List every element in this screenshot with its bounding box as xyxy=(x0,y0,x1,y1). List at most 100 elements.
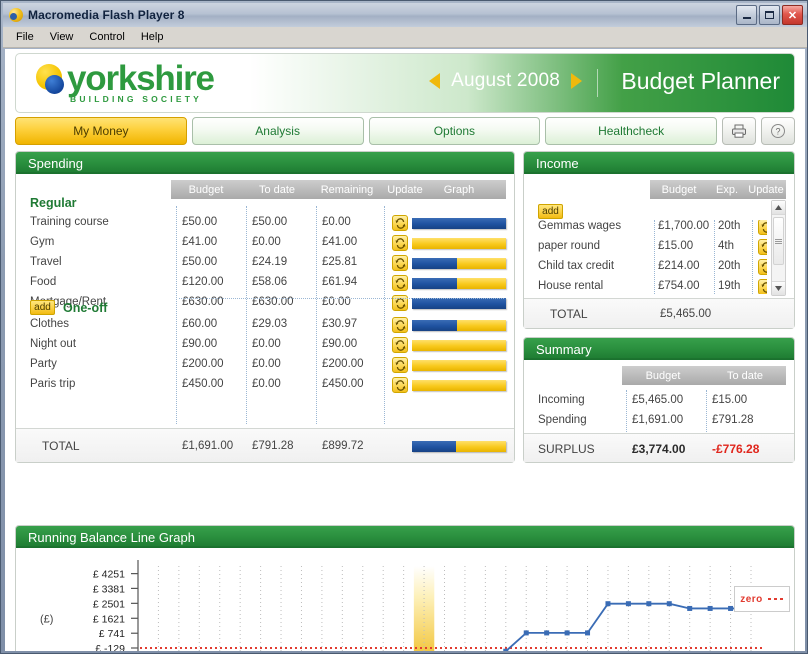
data-point xyxy=(666,601,672,607)
update-row-button[interactable] xyxy=(392,235,408,251)
scroll-up-button[interactable] xyxy=(772,201,785,215)
surplus-to-date: -£776.28 xyxy=(712,442,760,456)
progress-bar xyxy=(412,340,506,351)
summary-row-spending-to-date: £791.28 xyxy=(712,414,754,426)
income-row-budget: £1,700.00 xyxy=(658,220,710,232)
tab-analysis[interactable]: Analysis xyxy=(191,117,364,145)
spending-section-regular-title: Regular xyxy=(30,196,77,210)
tab-healthcheck[interactable]: Healthcheck xyxy=(545,117,717,145)
print-button[interactable] xyxy=(722,117,756,145)
income-update-button[interactable] xyxy=(758,279,767,294)
row-graph-bar xyxy=(412,360,506,371)
income-update-button[interactable] xyxy=(758,220,767,235)
y-tick-label: £ -129 xyxy=(95,643,125,651)
update-row-button[interactable] xyxy=(392,357,408,373)
refresh-icon xyxy=(761,261,767,273)
update-row-button[interactable] xyxy=(392,215,408,231)
add-oneoff-button[interactable]: add xyxy=(30,300,55,315)
row-label: Training course xyxy=(30,216,109,228)
summary-panel: Summary Budget To date Incoming £5,465.0… xyxy=(523,337,795,463)
update-row-button[interactable] xyxy=(392,337,408,353)
y-tick-label: £ 2501 xyxy=(93,598,125,610)
row-budget: £60.00 xyxy=(182,318,218,330)
add-income-button[interactable]: add xyxy=(538,204,563,219)
income-scrollbar[interactable] xyxy=(771,200,786,296)
menu-file[interactable]: File xyxy=(8,29,42,45)
close-button[interactable]: ✕ xyxy=(782,5,803,25)
col-to-date: To date xyxy=(258,183,296,196)
progress-bar xyxy=(412,298,506,309)
minimize-button[interactable] xyxy=(736,5,757,25)
row-remaining: £90.00 xyxy=(322,338,358,350)
graph-panel-header: Running Balance Line Graph xyxy=(16,526,794,548)
window-controls: ✕ xyxy=(736,5,803,25)
maximize-button[interactable] xyxy=(759,5,780,25)
tab-my-money[interactable]: My Money xyxy=(15,117,187,145)
logo-wordmark: yorkshire xyxy=(67,59,215,98)
page-title: Budget Planner xyxy=(621,68,780,94)
scroll-down-button[interactable] xyxy=(772,281,785,295)
spending-total-bar xyxy=(412,441,506,452)
menu-help[interactable]: Help xyxy=(133,29,172,45)
refresh-icon xyxy=(395,217,405,229)
legend-zero-line-icon xyxy=(767,598,784,600)
help-button[interactable]: ? xyxy=(761,117,795,145)
spending-section-oneoff-title: One-off xyxy=(63,300,108,315)
income-row-budget: £214.00 xyxy=(658,260,700,272)
row-to-date: £0.00 xyxy=(252,236,281,248)
data-point xyxy=(646,601,652,607)
tab-options[interactable]: Options xyxy=(368,117,541,145)
refresh-icon xyxy=(395,257,405,269)
row-graph-bar xyxy=(412,258,506,269)
spending-column-headers: Budget To date Remaining Update Graph xyxy=(171,180,506,199)
data-point xyxy=(585,630,591,636)
next-month-arrow-icon[interactable] xyxy=(571,73,582,89)
update-row-button[interactable] xyxy=(392,377,408,393)
row-label: Paris trip xyxy=(30,378,76,390)
chart-legend: zero xyxy=(734,586,790,612)
refresh-icon xyxy=(761,221,767,233)
update-row-button[interactable] xyxy=(392,317,408,333)
row-to-date: £58.06 xyxy=(252,276,288,288)
data-point xyxy=(564,630,570,636)
income-update-button[interactable] xyxy=(758,259,767,275)
row-label: Night out xyxy=(30,338,77,350)
income-total-label: TOTAL xyxy=(550,307,588,321)
surplus-label: SURPLUS xyxy=(538,442,595,456)
refresh-icon xyxy=(761,241,767,253)
refresh-icon xyxy=(395,237,405,249)
title-bar: Macromedia Flash Player 8 ✕ xyxy=(3,3,807,27)
update-row-button[interactable] xyxy=(392,255,408,271)
row-graph-bar xyxy=(412,320,506,331)
menu-bar: File View Control Help xyxy=(3,27,807,48)
summary-panel-header: Summary xyxy=(524,338,794,360)
help-icon: ? xyxy=(771,124,785,138)
spending-total-row: TOTAL £1,691.00 £791.28 £899.72 xyxy=(16,428,514,462)
current-month-label: August 2008 xyxy=(451,70,560,91)
row-graph-bar xyxy=(412,340,506,351)
col-remaining: Remaining xyxy=(320,183,374,196)
prev-month-arrow-icon[interactable] xyxy=(429,73,441,89)
data-point xyxy=(544,630,550,636)
menu-control[interactable]: Control xyxy=(81,29,132,45)
data-point xyxy=(687,605,693,611)
y-axis-label: (£) xyxy=(40,613,53,625)
scrollbar-thumb[interactable] xyxy=(773,217,784,265)
row-to-date: £0.00 xyxy=(252,338,281,350)
separator-todate xyxy=(246,206,247,424)
month-navigator: August 2008 xyxy=(429,70,582,92)
menu-view[interactable]: View xyxy=(42,29,82,45)
graph-title: Running Balance Line Graph xyxy=(28,529,195,545)
row-to-date: £24.19 xyxy=(252,256,288,268)
update-row-button[interactable] xyxy=(392,275,408,291)
row-remaining: £61.94 xyxy=(322,276,358,288)
row-graph-bar xyxy=(412,218,506,229)
y-tick-label: £ 1621 xyxy=(93,613,125,625)
income-update-button[interactable] xyxy=(758,239,767,255)
row-budget: £50.00 xyxy=(182,216,218,228)
svg-text:?: ? xyxy=(775,127,780,137)
income-row-exp: 19th xyxy=(718,280,741,292)
col-graph: Graph xyxy=(443,183,475,196)
legend-zero-label: zero xyxy=(740,593,763,605)
flash-player-icon xyxy=(9,8,23,22)
